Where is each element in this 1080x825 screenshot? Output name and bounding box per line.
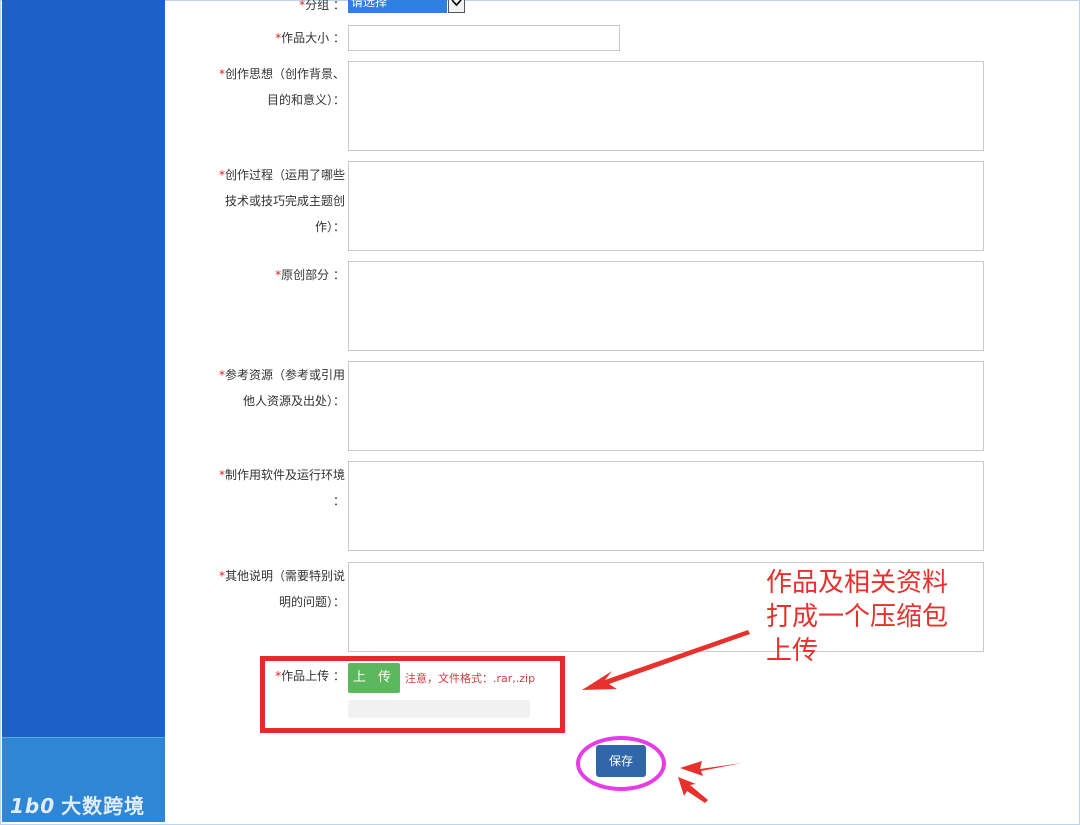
arrow-to-save-icon <box>680 761 742 776</box>
arrow-to-upload-icon <box>582 630 750 690</box>
arrow-to-save-lower-icon <box>678 777 708 803</box>
annotation-arrows <box>582 630 750 803</box>
